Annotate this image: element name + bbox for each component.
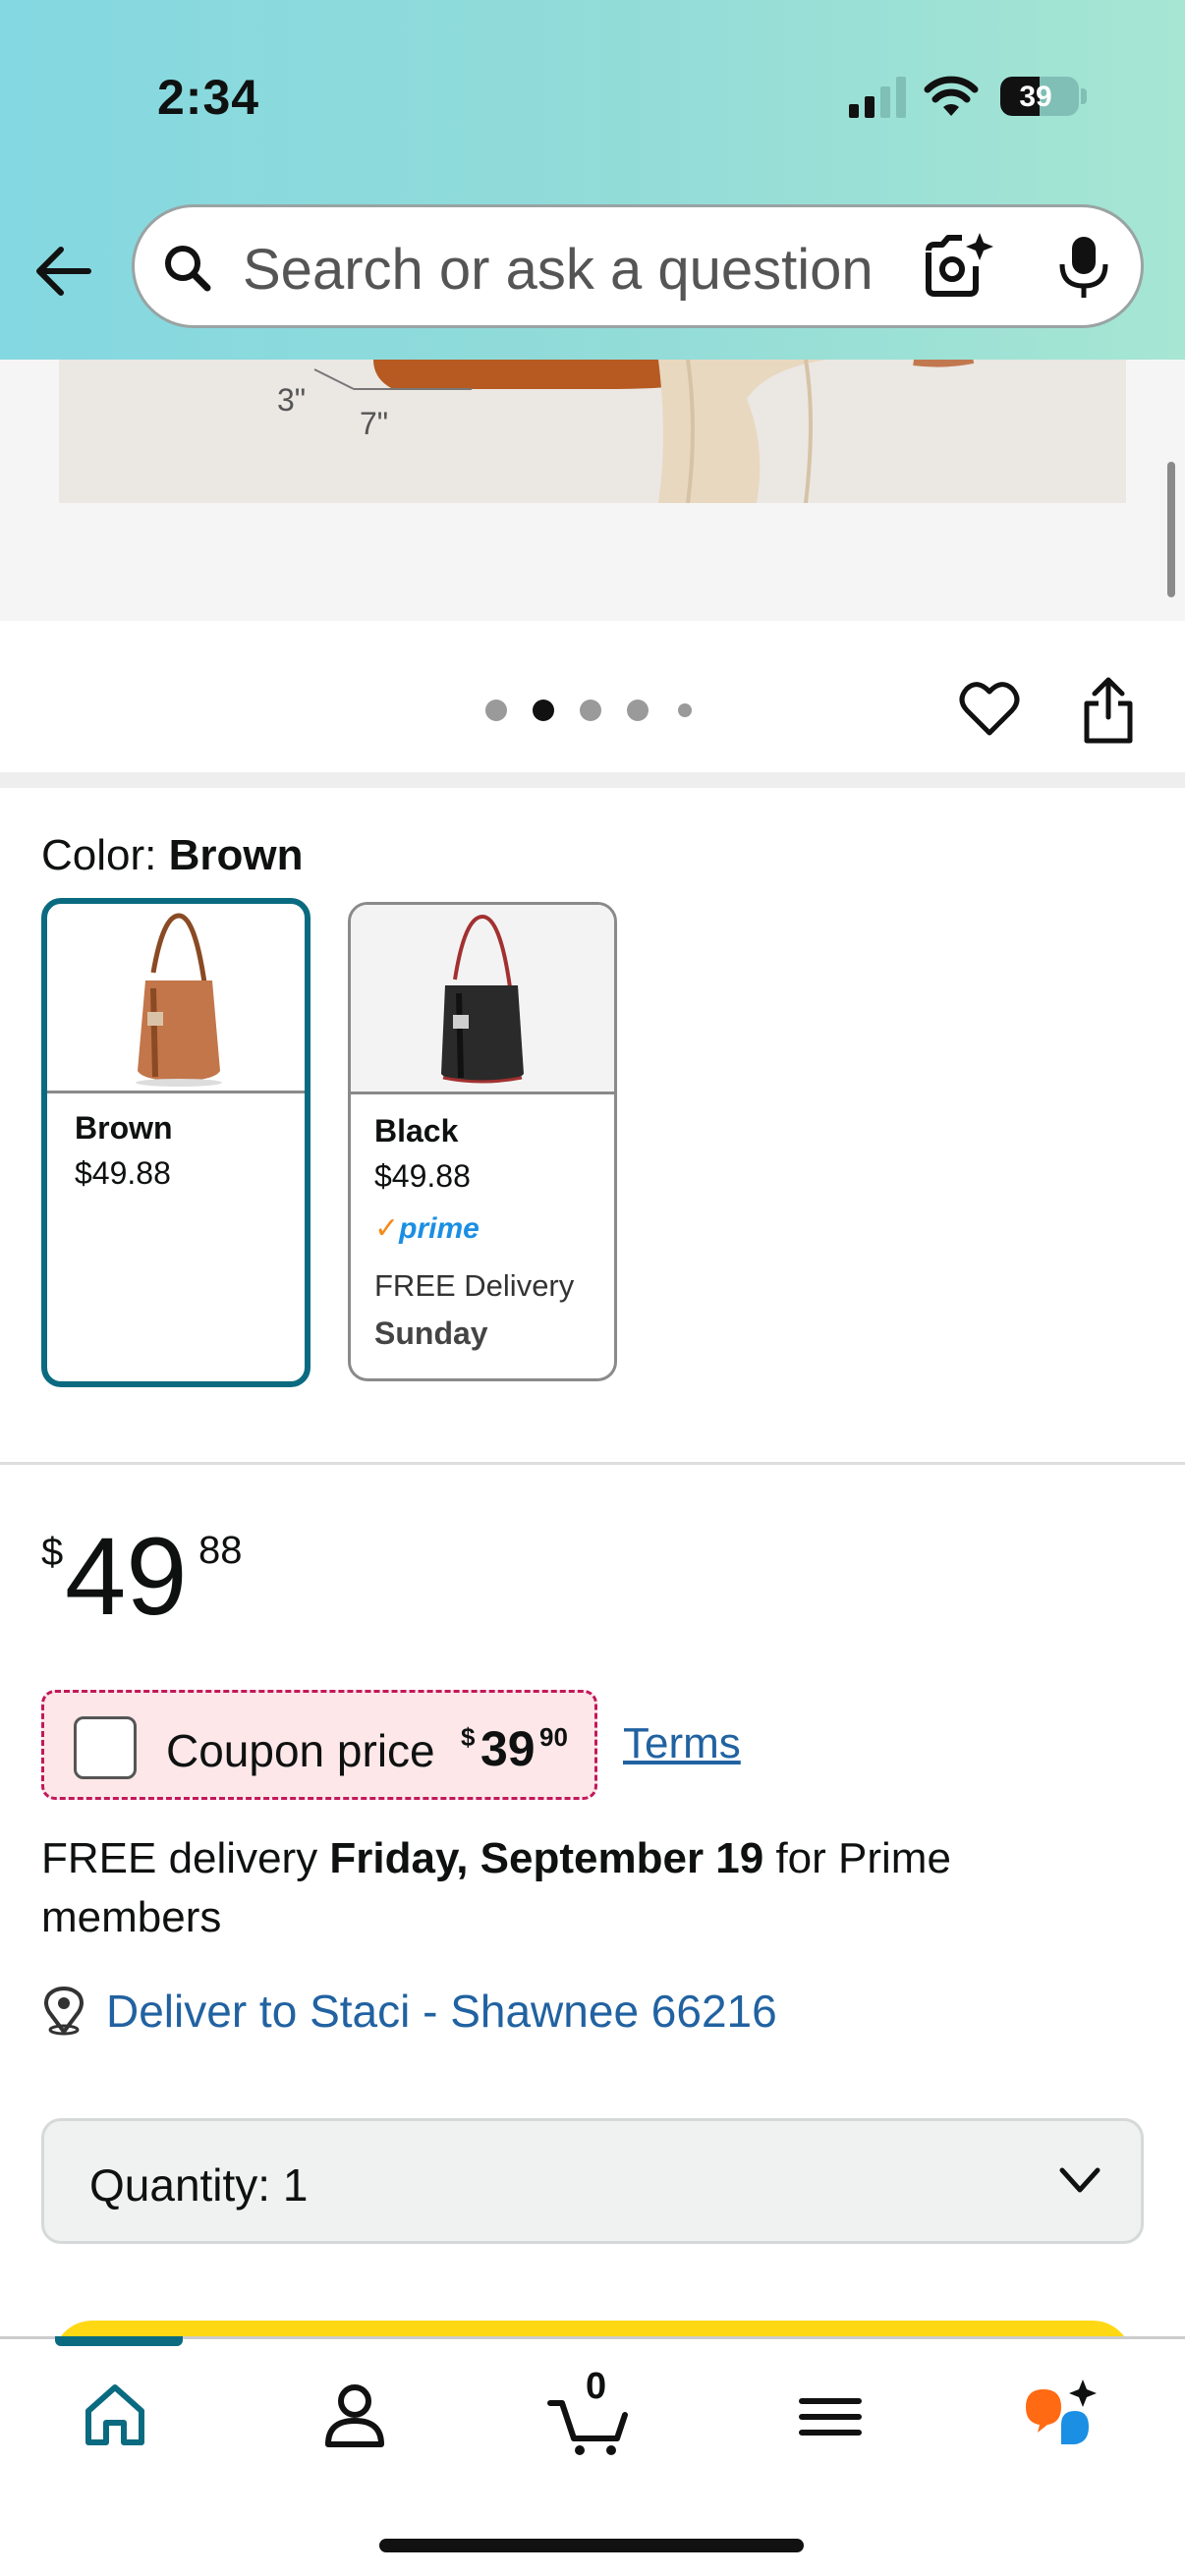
home-indicator[interactable] <box>379 2539 804 2552</box>
home-icon[interactable] <box>71 2372 159 2460</box>
pagination-dot[interactable] <box>678 703 692 717</box>
coupon-checkbox[interactable] <box>74 1716 137 1779</box>
color-swatch-brown[interactable]: Brown $49.88 <box>41 898 310 1387</box>
battery-level: 39 <box>1019 81 1052 113</box>
coupon-terms-link[interactable]: Terms <box>623 1719 741 1768</box>
color-label: Color: Brown <box>41 831 303 880</box>
color-label-prefix: Color: <box>41 831 169 879</box>
color-selected-value: Brown <box>168 831 304 879</box>
swatch-price: $49.88 <box>374 1158 471 1194</box>
status-time: 2:34 <box>157 70 260 125</box>
chevron-down-icon <box>1059 2167 1100 2193</box>
wifi-icon <box>924 76 979 116</box>
coupon-price-fraction: 90 <box>539 1722 568 1752</box>
quantity-label-text: Quantity: <box>89 2159 271 2211</box>
microphone-icon[interactable] <box>1054 233 1113 302</box>
pagination-dot-active[interactable] <box>533 700 554 721</box>
swatch-thumbnail <box>351 905 614 1094</box>
person-icon[interactable] <box>310 2372 399 2460</box>
quantity-select[interactable]: Quantity: 1 <box>41 2118 1144 2244</box>
swatch-name: Brown <box>75 1110 173 1146</box>
cart-count-badge: 0 <box>586 2366 607 2407</box>
swatch-price: $49.88 <box>75 1155 171 1191</box>
menu-icon[interactable] <box>786 2372 875 2460</box>
heart-icon[interactable] <box>959 680 1020 737</box>
coupon-price-whole: 39 <box>480 1721 536 1776</box>
dimension-label-height: 3" <box>277 382 306 418</box>
pagination-dot[interactable] <box>580 700 601 721</box>
swatch-delivery-day: Sunday <box>374 1316 488 1351</box>
swatch-thumbnail <box>47 904 305 1093</box>
swatch-name: Black <box>374 1113 459 1148</box>
coupon-label: Coupon price <box>166 1725 435 1776</box>
prime-check-icon: ✓ <box>374 1212 400 1245</box>
section-divider <box>0 772 1185 788</box>
battery-icon: 39 <box>1000 77 1079 116</box>
search-bar[interactable]: Search or ask a question <box>132 204 1144 328</box>
price-fraction: 88 <box>198 1529 243 1572</box>
swatch-delivery-line: FREE Delivery <box>374 1268 575 1303</box>
back-arrow-icon[interactable] <box>29 236 100 307</box>
coupon-box[interactable]: Coupon price $ 39 90 <box>41 1690 597 1800</box>
dimension-label-depth: 7" <box>360 406 388 441</box>
camera-lens-icon[interactable] <box>921 229 995 304</box>
active-tab-indicator <box>55 2336 183 2346</box>
delivery-info: FREE delivery Friday, September 19 for P… <box>41 1829 1132 1947</box>
cellular-signal-icon <box>849 77 908 118</box>
black-bag-image <box>441 914 524 1084</box>
image-pagination-dots[interactable] <box>485 700 702 723</box>
rufus-icon[interactable] <box>1018 2372 1106 2460</box>
battery-tip <box>1081 88 1087 104</box>
pagination-dot[interactable] <box>485 700 507 721</box>
pagination-dot[interactable] <box>627 700 649 721</box>
prime-badge: ✓prime <box>374 1211 480 1246</box>
delivery-prefix: FREE delivery <box>41 1834 330 1882</box>
share-icon[interactable] <box>1081 674 1136 745</box>
brown-bag-image <box>136 913 222 1087</box>
section-divider <box>0 1462 1185 1465</box>
delivery-date: Friday, September 19 <box>329 1834 764 1882</box>
quantity-value: 1 <box>282 2159 309 2211</box>
coupon-currency: $ <box>461 1722 476 1752</box>
location-pin-icon <box>44 1987 84 2036</box>
color-swatch-black[interactable]: Black $49.88 ✓prime FREE Delivery Sunday <box>348 902 617 1381</box>
product-image-drawing: 3" 7" <box>277 360 975 503</box>
price-whole: 49 <box>65 1515 188 1638</box>
deliver-to-link[interactable]: Deliver to Staci - Shawnee 66216 <box>106 1985 777 2038</box>
search-icon <box>165 246 211 292</box>
quantity-label: Quantity: 1 <box>89 2158 308 2212</box>
scrollbar[interactable] <box>1167 462 1175 597</box>
product-image[interactable]: 3" 7" <box>59 360 1126 503</box>
price-currency: $ <box>41 1531 64 1574</box>
prime-label: prime <box>399 1212 480 1245</box>
